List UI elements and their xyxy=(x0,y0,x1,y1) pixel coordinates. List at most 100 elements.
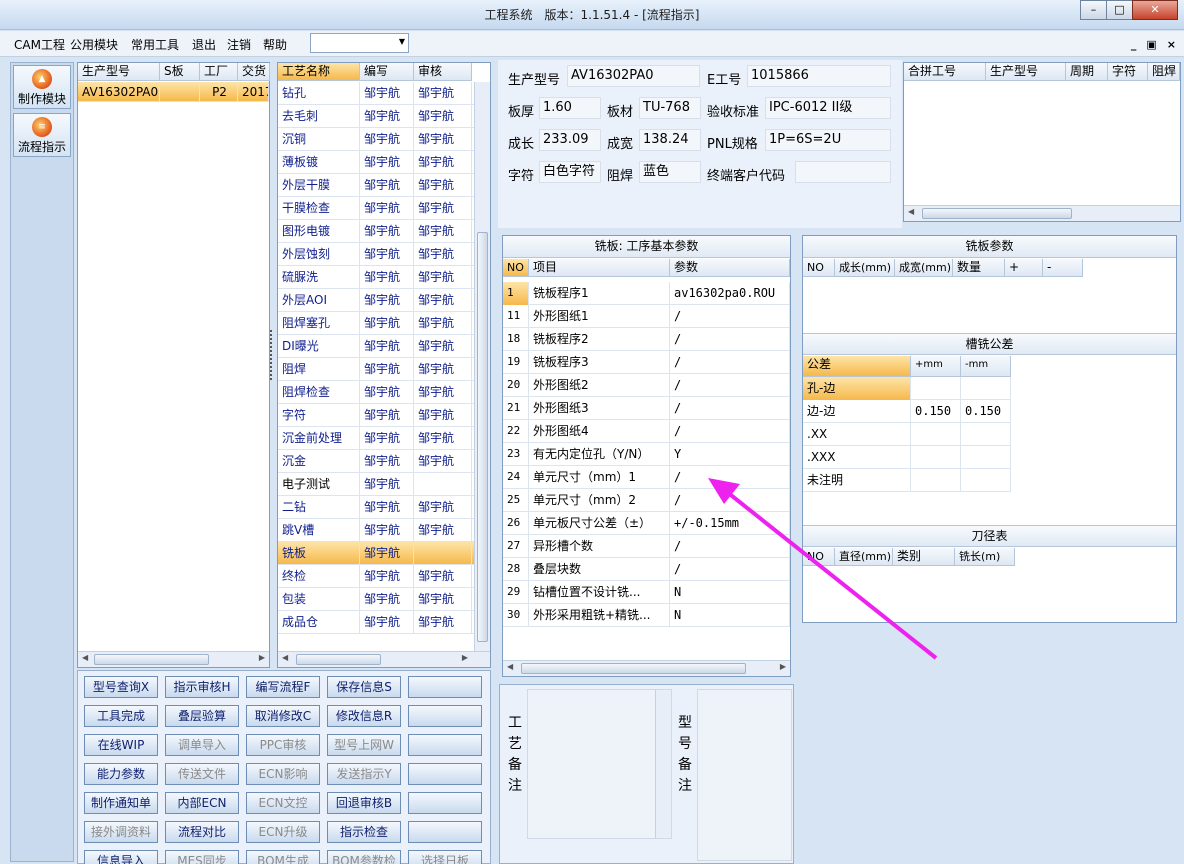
action-button[interactable]: 选择日板 xyxy=(408,850,482,864)
thickness-field[interactable]: 1.60 xyxy=(539,97,601,119)
eno-field[interactable]: 1015866 xyxy=(747,65,891,87)
table-row[interactable]: 外层干膜 邹宇航 邹宇航 xyxy=(278,174,474,197)
col-header[interactable]: 阻焊 xyxy=(1148,63,1180,81)
process-hscroll[interactable]: ◀ ▶ xyxy=(278,651,490,667)
col-header[interactable]: + xyxy=(1005,259,1043,277)
table-row[interactable]: 孔-边 xyxy=(803,377,1011,400)
splitter-handle[interactable] xyxy=(270,330,274,380)
action-button[interactable]: 取消修改C xyxy=(246,705,320,727)
table-row[interactable]: 21 外形图纸3/ xyxy=(503,397,790,420)
action-button[interactable]: BOM生成 xyxy=(246,850,320,864)
action-button[interactable] xyxy=(408,676,482,698)
col-header[interactable]: NO xyxy=(503,259,529,277)
action-button[interactable]: 修改信息R xyxy=(327,705,401,727)
table-row[interactable]: .XX xyxy=(803,423,1011,446)
action-button[interactable]: 接外调资料 xyxy=(84,821,158,843)
table-row[interactable]: 二钻 邹宇航 邹宇航 xyxy=(278,496,474,519)
col-header[interactable]: 成长(mm) xyxy=(835,259,895,277)
model-hscroll[interactable]: ◀ ▶ xyxy=(78,651,269,667)
action-button[interactable]: 内部ECN xyxy=(165,792,239,814)
table-row[interactable]: DI曝光 邹宇航 邹宇航 xyxy=(278,335,474,358)
action-button[interactable]: 工具完成 xyxy=(84,705,158,727)
menu-public[interactable]: 公用模块 xyxy=(70,36,118,53)
col-header[interactable]: 项目 xyxy=(529,259,670,277)
table-row[interactable]: 去毛刺 邹宇航 邹宇航 xyxy=(278,105,474,128)
table-row[interactable]: 19 铣板程序3/ xyxy=(503,351,790,374)
col-header[interactable]: 交货 xyxy=(238,63,270,81)
action-button[interactable]: 回退审核B xyxy=(327,792,401,814)
action-button[interactable]: 在线WIP xyxy=(84,734,158,756)
action-button[interactable]: 发送指示Y xyxy=(327,763,401,785)
col-header[interactable]: 合拼工号 xyxy=(904,63,986,81)
table-row[interactable]: 阻焊检查 邹宇航 邹宇航 xyxy=(278,381,474,404)
action-button[interactable]: 信息导入 xyxy=(84,850,158,864)
table-row[interactable]: 18 铣板程序2/ xyxy=(503,328,790,351)
pnl-field[interactable]: 1P=6S=2U xyxy=(765,129,891,151)
table-row[interactable]: 外层AOI 邹宇航 邹宇航 xyxy=(278,289,474,312)
menu-help[interactable]: 帮助 xyxy=(263,36,287,53)
table-row[interactable]: AV16302PA0 P2 2017 xyxy=(78,82,269,102)
col-header[interactable]: 公差 xyxy=(803,356,911,377)
table-row[interactable]: .XXX xyxy=(803,446,1011,469)
scroll-thumb[interactable] xyxy=(296,654,381,665)
table-row[interactable]: 22 外形图纸4/ xyxy=(503,420,790,443)
col-header[interactable]: 工艺名称 xyxy=(278,63,360,81)
action-button[interactable]: 编写流程F xyxy=(246,676,320,698)
col-header[interactable]: 字符 xyxy=(1108,63,1148,81)
menu-cam[interactable]: CAM工程 xyxy=(14,36,65,53)
action-button[interactable] xyxy=(408,763,482,785)
table-row[interactable]: 外层蚀刻 邹宇航 邹宇航 xyxy=(278,243,474,266)
action-button[interactable]: ECN升级 xyxy=(246,821,320,843)
col-header[interactable]: 生产型号 xyxy=(986,63,1066,81)
table-row[interactable]: 沉金 邹宇航 邹宇航 xyxy=(278,450,474,473)
character-field[interactable]: 白色字符 xyxy=(539,161,601,183)
action-button[interactable] xyxy=(408,792,482,814)
action-button[interactable] xyxy=(408,734,482,756)
action-button[interactable]: 型号上网W xyxy=(327,734,401,756)
close-button[interactable]: ✕ xyxy=(1132,0,1178,20)
table-row[interactable]: 20 外形图纸2/ xyxy=(503,374,790,397)
table-row[interactable]: 边-边 0.150 0.150 xyxy=(803,400,1011,423)
table-row[interactable]: 硫脲洗 邹宇航 邹宇航 xyxy=(278,266,474,289)
col-header[interactable]: +mm xyxy=(911,356,961,377)
table-row[interactable]: 铣板 邹宇航 xyxy=(278,542,474,565)
table-row[interactable]: 电子测试 邹宇航 xyxy=(278,473,474,496)
col-header[interactable]: 工厂 xyxy=(200,63,238,81)
toolbar-combo[interactable]: ▼ xyxy=(310,33,409,53)
action-button[interactable] xyxy=(408,705,482,727)
model-field[interactable]: AV16302PA0 xyxy=(567,65,700,87)
action-button[interactable]: 传送文件 xyxy=(165,763,239,785)
table-row[interactable]: 干膜检查 邹宇航 邹宇航 xyxy=(278,197,474,220)
sidebar-item-flow[interactable]: ≡ 流程指示 xyxy=(13,113,71,157)
scroll-thumb[interactable] xyxy=(922,208,1072,219)
maximize-button[interactable]: □ xyxy=(1106,0,1133,20)
table-row[interactable]: 终检 邹宇航 邹宇航 xyxy=(278,565,474,588)
table-row[interactable]: 成品仓 邹宇航 邹宇航 xyxy=(278,611,474,634)
menu-tools[interactable]: 常用工具 xyxy=(131,36,179,53)
table-row[interactable]: 阻焊 邹宇航 邹宇航 xyxy=(278,358,474,381)
scroll-thumb[interactable] xyxy=(477,232,488,642)
table-row[interactable]: 沉铜 邹宇航 邹宇航 xyxy=(278,128,474,151)
minimize-button[interactable]: – xyxy=(1080,0,1107,20)
action-button[interactable]: 指示检查 xyxy=(327,821,401,843)
mdi-close-button[interactable]: × xyxy=(1167,38,1176,51)
col-header[interactable]: S板 xyxy=(160,63,200,81)
action-button[interactable] xyxy=(408,821,482,843)
model-notes-textarea[interactable] xyxy=(697,689,792,861)
action-button[interactable]: 能力参数 xyxy=(84,763,158,785)
action-button[interactable]: ECN文控 xyxy=(246,792,320,814)
length-field[interactable]: 233.09 xyxy=(539,129,601,151)
sidebar-item-make[interactable]: ▲ 制作模块 xyxy=(13,65,71,109)
table-row[interactable]: 字符 邹宇航 邹宇航 xyxy=(278,404,474,427)
table-row[interactable]: 钻孔 邹宇航 邹宇航 xyxy=(278,82,474,105)
table-row[interactable]: 沉金前处理 邹宇航 邹宇航 xyxy=(278,427,474,450)
action-button[interactable]: 型号查询X xyxy=(84,676,158,698)
merge-hscroll[interactable]: ◀ xyxy=(904,205,1180,221)
col-header[interactable]: 铣长(m) xyxy=(955,548,1015,566)
col-header[interactable]: NO xyxy=(803,259,835,277)
standard-field[interactable]: IPC-6012 II级 xyxy=(765,97,891,119)
process-notes-textarea[interactable] xyxy=(527,689,672,839)
col-header[interactable]: 编写 xyxy=(360,63,414,81)
action-button[interactable]: BOM参数检查 xyxy=(327,850,401,864)
col-header[interactable]: 成宽(mm) xyxy=(895,259,953,277)
